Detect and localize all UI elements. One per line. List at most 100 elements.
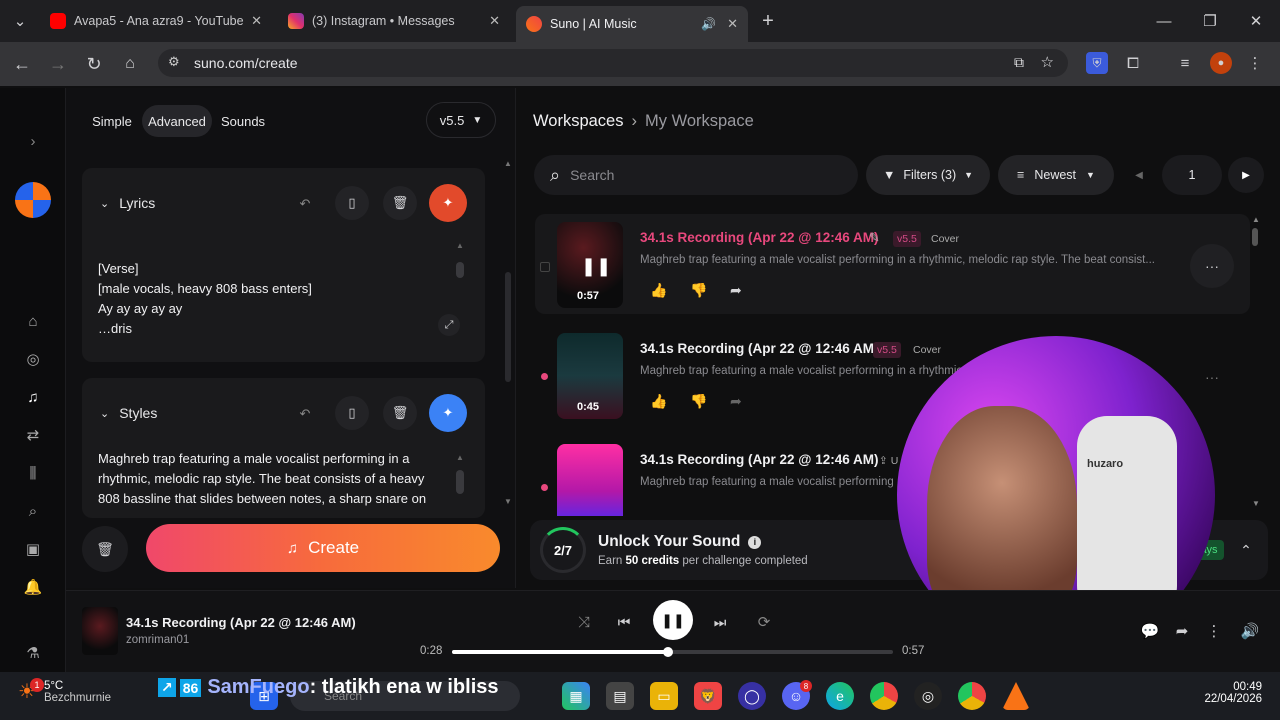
home-icon[interactable]: ⌂ xyxy=(118,52,142,76)
back-icon[interactable]: ← xyxy=(10,52,34,76)
share-icon[interactable]: ➦ xyxy=(730,393,742,410)
styles-scrollbar[interactable] xyxy=(456,470,464,494)
avatar[interactable] xyxy=(15,182,51,218)
inbox-icon[interactable]: ▣ xyxy=(22,538,44,560)
song-row[interactable]: ❚❚ 0:57 34.1s Recording (Apr 22 @ 12:46 … xyxy=(535,214,1250,314)
create-music-icon[interactable]: ♫ xyxy=(22,386,44,408)
tab-list-icon[interactable]: ⌄ xyxy=(8,10,32,32)
lyrics-scrollbar[interactable] xyxy=(456,262,464,278)
close-icon[interactable]: ✕ xyxy=(251,13,262,29)
scroll-down-icon[interactable]: ▼ xyxy=(1251,498,1261,508)
mode-sounds[interactable]: Sounds xyxy=(216,105,270,137)
edge-icon[interactable]: e xyxy=(826,682,854,710)
delete-icon[interactable]: 🗑 xyxy=(383,396,417,430)
mode-advanced[interactable]: Advanced xyxy=(142,105,212,137)
speaker-icon[interactable]: 🔊 xyxy=(701,17,716,31)
edit-icon[interactable]: ✎ xyxy=(869,230,880,246)
player-artist[interactable]: zomriman01 xyxy=(126,634,189,646)
menu-icon[interactable]: ⋮ xyxy=(1244,52,1266,74)
expand-icon[interactable]: ⤢ xyxy=(438,314,460,336)
profile-avatar[interactable]: ● xyxy=(1210,52,1232,74)
install-icon[interactable]: ⧉ xyxy=(1014,54,1024,71)
song-title[interactable]: 34.1s Recording (Apr 22 @ 12:46 AM) xyxy=(640,341,879,356)
thumbs-down-icon[interactable]: 👎 xyxy=(690,393,707,410)
scroll-up-icon[interactable]: ▲ xyxy=(1251,214,1261,224)
share-icon[interactable]: ➦ xyxy=(1172,621,1192,641)
next-page-icon[interactable]: ▶ xyxy=(1228,157,1264,193)
create-button[interactable]: ♫ Create xyxy=(146,524,500,572)
song-cover[interactable]: ❚❚ 0:57 xyxy=(557,222,623,308)
explore-icon[interactable]: ◎ xyxy=(22,348,44,370)
url-field[interactable]: ⚙ suno.com/create ⧉ ☆ xyxy=(158,49,1068,77)
share-icon[interactable]: ➦ xyxy=(730,282,742,299)
tab-youtube[interactable]: Avapa5 - Ana azra9 - YouTube ✕ xyxy=(40,6,272,36)
song-cover[interactable] xyxy=(557,444,623,516)
undo-icon[interactable]: ↶ xyxy=(295,194,315,214)
extensions-icon[interactable]: ⧠ xyxy=(1122,52,1144,74)
widgets-icon[interactable]: ▦ xyxy=(562,682,590,710)
lyrics-toggle[interactable]: ⌄ Lyrics xyxy=(100,195,155,211)
close-icon[interactable]: ✕ xyxy=(489,13,500,29)
prev-page-icon[interactable]: ◀ xyxy=(1124,160,1154,190)
scroll-up-icon[interactable]: ▲ xyxy=(455,240,465,250)
minimize-icon[interactable]: — xyxy=(1152,10,1176,32)
search-icon[interactable]: ⌕ xyxy=(22,500,44,522)
seek-bar[interactable] xyxy=(452,647,893,657)
breadcrumb-workspaces[interactable]: Workspaces xyxy=(533,112,623,131)
model-select[interactable]: v5.5 ▼ xyxy=(426,102,496,138)
styles-text[interactable]: Maghreb trap featuring a male vocalist p… xyxy=(98,449,448,507)
bookmark-icon[interactable]: ▯ xyxy=(335,186,369,220)
song-title[interactable]: 34.1s Recording (Apr 22 @ 12:46 AM) xyxy=(640,230,879,245)
clear-button[interactable]: 🗑 xyxy=(82,526,128,572)
previous-track-icon[interactable]: ⏮ xyxy=(614,612,634,632)
home-icon[interactable]: ⌂ xyxy=(22,310,44,332)
new-tab-icon[interactable]: + xyxy=(756,10,780,32)
bookmark-icon[interactable]: ▯ xyxy=(335,396,369,430)
media-icon[interactable]: ≡ xyxy=(1174,52,1196,74)
player-cover[interactable] xyxy=(82,607,118,655)
chevron-up-icon[interactable]: ⌃ xyxy=(1236,540,1256,560)
shuffle-icon[interactable]: ⤨ xyxy=(574,612,594,632)
thumbs-down-icon[interactable]: 👎 xyxy=(690,282,707,299)
search-input[interactable]: ⌕ Search xyxy=(534,155,858,195)
thumbs-up-icon[interactable]: 👍 xyxy=(650,282,667,299)
magic-wand-button[interactable]: ✦ xyxy=(429,394,467,432)
restore-icon[interactable]: ❐ xyxy=(1198,10,1222,32)
tab-instagram[interactable]: (3) Instagram • Messages ✕ xyxy=(278,6,510,36)
sort-button[interactable]: ≡ Newest ▼ xyxy=(998,155,1114,195)
studio-icon[interactable]: ⇄ xyxy=(22,424,44,446)
styles-toggle[interactable]: ⌄ Styles xyxy=(100,405,157,421)
row-checkbox[interactable] xyxy=(540,262,550,272)
file-explorer-icon[interactable]: ▭ xyxy=(650,682,678,710)
pause-button[interactable]: ❚❚ xyxy=(653,600,693,640)
library-icon[interactable]: ⫼ xyxy=(22,462,44,484)
thumbs-up-icon[interactable]: 👍 xyxy=(650,393,667,410)
song-title[interactable]: 34.1s Recording (Apr 22 @ 12:46 AM) xyxy=(640,452,879,467)
close-window-icon[interactable]: ✕ xyxy=(1244,10,1268,32)
scroll-up-icon[interactable]: ▲ xyxy=(455,452,465,462)
scroll-up-icon[interactable]: ▲ xyxy=(503,158,513,168)
player-title[interactable]: 34.1s Recording (Apr 22 @ 12:46 AM) xyxy=(126,615,356,630)
expand-icon[interactable]: › xyxy=(22,130,44,152)
brave-icon[interactable]: 🦁 xyxy=(694,682,722,710)
info-icon[interactable]: i xyxy=(748,535,762,549)
filters-button[interactable]: ▼ Filters (3) ▼ xyxy=(866,155,990,195)
chrome-icon[interactable] xyxy=(958,682,986,710)
obs-icon[interactable]: ◎ xyxy=(914,682,942,710)
song-cover[interactable]: 0:45 xyxy=(557,333,623,419)
pause-icon[interactable]: ❚❚ xyxy=(581,256,611,277)
labs-icon[interactable]: ⚗ xyxy=(22,642,44,664)
delete-icon[interactable]: 🗑 xyxy=(383,186,417,220)
more-options-icon[interactable]: ··· xyxy=(1190,244,1234,288)
site-info-icon[interactable]: ⚙ xyxy=(168,54,180,70)
volume-icon[interactable]: 🔊 xyxy=(1240,621,1260,641)
more-options-icon[interactable]: ··· xyxy=(1190,355,1234,399)
mode-simple[interactable]: Simple xyxy=(86,105,138,137)
more-options-icon[interactable]: ⋮ xyxy=(1204,621,1224,641)
bell-icon[interactable]: 🔔 xyxy=(22,576,44,598)
bookmark-star-icon[interactable]: ☆ xyxy=(1041,53,1054,71)
reload-icon[interactable]: ↻ xyxy=(82,52,106,76)
clock[interactable]: 00:49 22/04/2026 xyxy=(1196,681,1262,705)
comment-icon[interactable]: 💬 xyxy=(1140,621,1160,641)
chrome-icon[interactable] xyxy=(870,682,898,710)
